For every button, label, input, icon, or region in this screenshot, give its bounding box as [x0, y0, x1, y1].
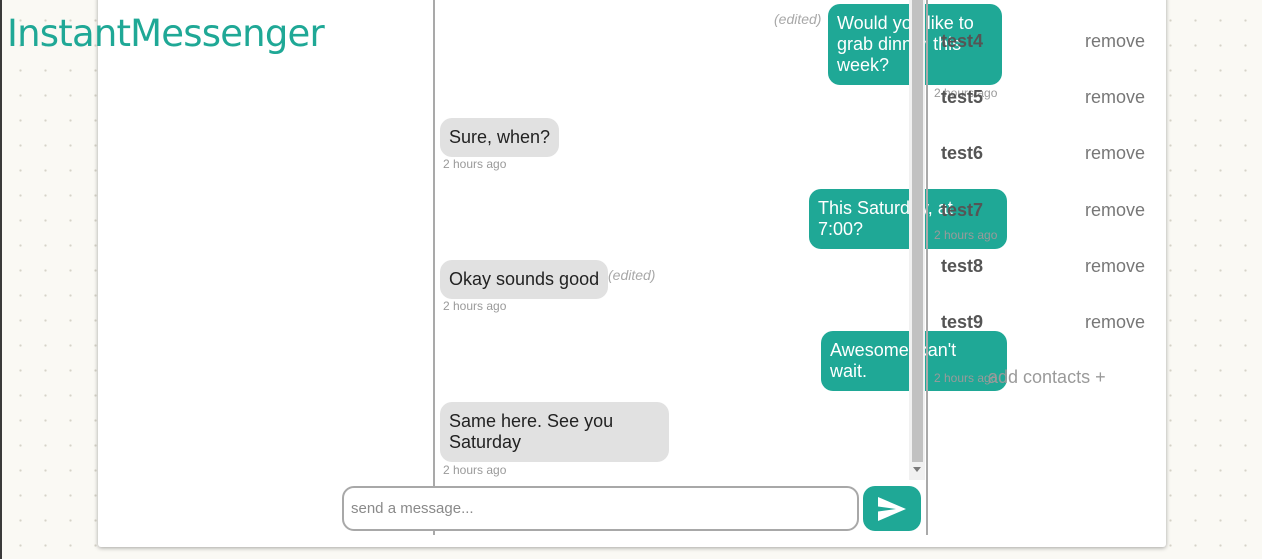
message-received: Sure, when?: [440, 118, 560, 157]
message-received: Same here. See you Saturday: [440, 402, 669, 462]
edited-label: (edited): [608, 267, 656, 283]
contact-item: test5 remove: [928, 87, 1166, 117]
remove-contact-button[interactable]: remove: [1085, 200, 1145, 221]
scroll-down-arrow-icon[interactable]: [913, 467, 921, 472]
contact-name[interactable]: test7: [941, 200, 983, 221]
message-bubble: Same here. See you Saturday: [440, 402, 669, 462]
contacts-panel: test4 remove test5 remove test6 remove t…: [928, 0, 1166, 535]
message-timestamp: 2 hours ago: [443, 299, 507, 313]
remove-contact-button[interactable]: remove: [1085, 256, 1145, 277]
contact-item: test7 remove: [928, 200, 1166, 230]
app-container: (edited) Would you like to grab dinner t…: [98, 0, 1166, 547]
contact-name[interactable]: test6: [941, 143, 983, 164]
chat-scrollbar[interactable]: [909, 0, 925, 480]
contact-item: test4 remove: [928, 31, 1166, 61]
app-logo: InstantMessenger: [7, 12, 325, 55]
remove-contact-button[interactable]: remove: [1085, 143, 1145, 164]
send-button[interactable]: [863, 486, 921, 531]
edited-label: (edited): [774, 11, 822, 27]
contact-item: test6 remove: [928, 143, 1166, 173]
remove-contact-button[interactable]: remove: [1085, 87, 1145, 108]
message-timestamp: 2 hours ago: [443, 463, 507, 477]
remove-contact-button[interactable]: remove: [1085, 31, 1145, 52]
message-timestamp: 2 hours ago: [443, 157, 507, 171]
contact-item: test8 remove: [928, 256, 1166, 286]
window-edge: [0, 0, 2, 559]
add-contacts-button[interactable]: add contacts +: [988, 367, 1106, 388]
contact-name[interactable]: test8: [941, 256, 983, 277]
contact-item: test9 remove: [928, 312, 1166, 342]
remove-contact-button[interactable]: remove: [1085, 312, 1145, 333]
send-arrow-icon: [878, 497, 906, 521]
message-received: Okay sounds good: [440, 260, 609, 299]
contact-name[interactable]: test4: [941, 31, 983, 52]
contact-name[interactable]: test9: [941, 312, 983, 333]
message-bubble: Sure, when?: [440, 118, 560, 157]
message-input[interactable]: [342, 486, 859, 531]
contact-name[interactable]: test5: [941, 87, 983, 108]
message-bubble: Okay sounds good: [440, 260, 609, 299]
scrollbar-thumb[interactable]: [912, 0, 923, 462]
